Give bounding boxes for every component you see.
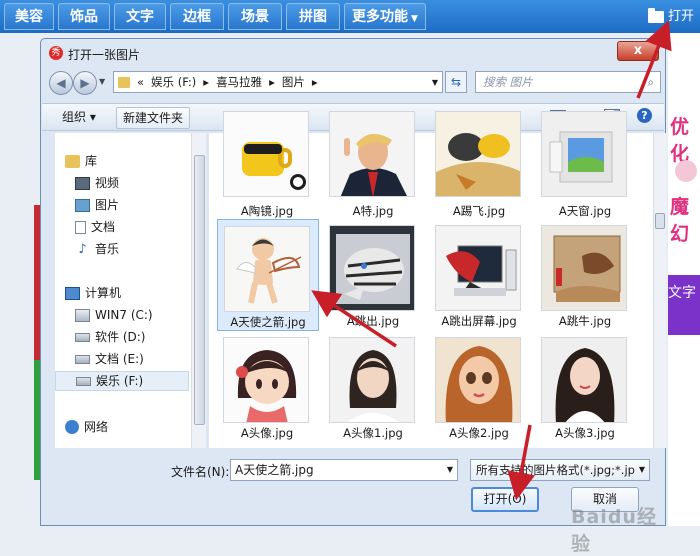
- arrow-to-selected-file-icon: [311, 290, 397, 348]
- annotation-arrows: [311, 20, 672, 501]
- arrow-to-open-button-icon: [507, 424, 535, 501]
- arrow-to-open-icon: [636, 20, 672, 99]
